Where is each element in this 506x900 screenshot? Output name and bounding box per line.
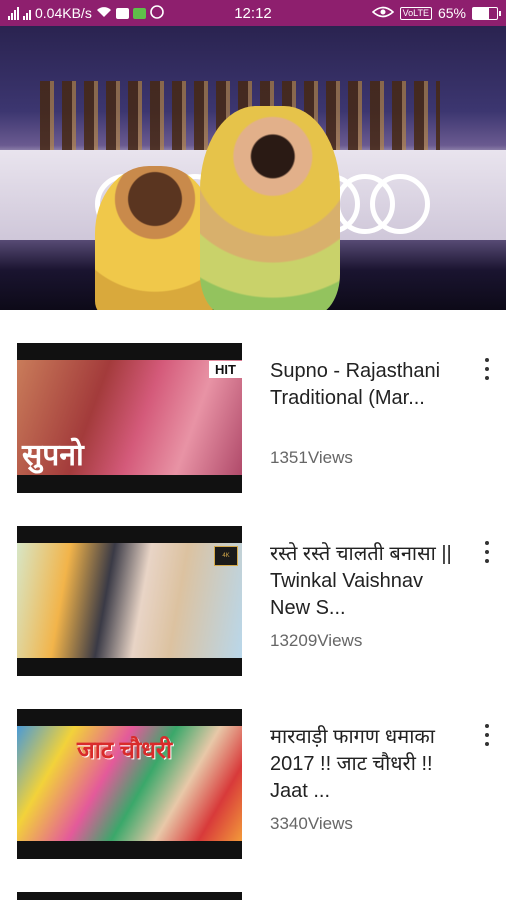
more-options-icon[interactable]	[482, 724, 492, 746]
video-thumbnail[interactable]: 4K	[17, 526, 242, 676]
wifi-icon	[96, 5, 112, 21]
video-title[interactable]: रस्ते रस्ते चालती बनासा || Twinkal Vaish…	[270, 541, 460, 622]
video-title[interactable]: मारवाड़ी फागण धमाका 2017 !! जाट चौधरी !!…	[270, 724, 460, 805]
more-options-icon[interactable]	[482, 541, 492, 563]
status-bar: 0.04KB/s 12:12 VoLTE 65%	[0, 0, 506, 26]
signal-icon	[8, 6, 19, 20]
4k-badge: 4K	[214, 546, 238, 566]
volte-icon: VoLTE	[399, 6, 432, 20]
video-title[interactable]: Supno - Rajasthani Traditional (Mar...	[270, 358, 460, 412]
thumbnail-caption: जाट चौधरी	[77, 737, 173, 764]
clock: 12:12	[234, 4, 272, 22]
network-speed: 0.04KB/s	[35, 5, 92, 21]
video-views: 3340Views	[270, 814, 353, 833]
video-item[interactable]: HIT सुपनो Supno - Rajasthani Traditional…	[0, 330, 506, 493]
hit-badge: HIT	[209, 361, 242, 378]
signal-icon-2	[23, 6, 31, 20]
thumbnail-caption: सुपनो	[22, 439, 84, 472]
video-views: 13209Views	[270, 631, 363, 650]
hero-person-left	[95, 166, 215, 310]
video-item[interactable]: 4K रस्ते रस्ते चालती बनासा || Twinkal Va…	[0, 513, 506, 676]
app-notification-icon	[132, 7, 146, 19]
more-options-icon[interactable]	[482, 358, 492, 380]
whatsapp-icon	[150, 4, 164, 22]
hero-banner[interactable]	[0, 26, 506, 310]
video-views: 1351Views	[270, 448, 353, 467]
eye-icon	[371, 5, 394, 21]
hero-person-right	[200, 106, 340, 310]
video-thumbnail[interactable]: जाट चौधरी	[17, 709, 242, 859]
next-video-thumbnail-partial[interactable]	[17, 892, 242, 900]
youtube-notification-icon	[115, 7, 129, 19]
battery-percent: 65%	[437, 5, 466, 21]
video-thumbnail[interactable]: HIT सुपनो	[17, 343, 242, 493]
battery-icon	[472, 6, 501, 20]
video-item[interactable]: जाट चौधरी मारवाड़ी फागण धमाका 2017 !! जा…	[0, 696, 506, 859]
